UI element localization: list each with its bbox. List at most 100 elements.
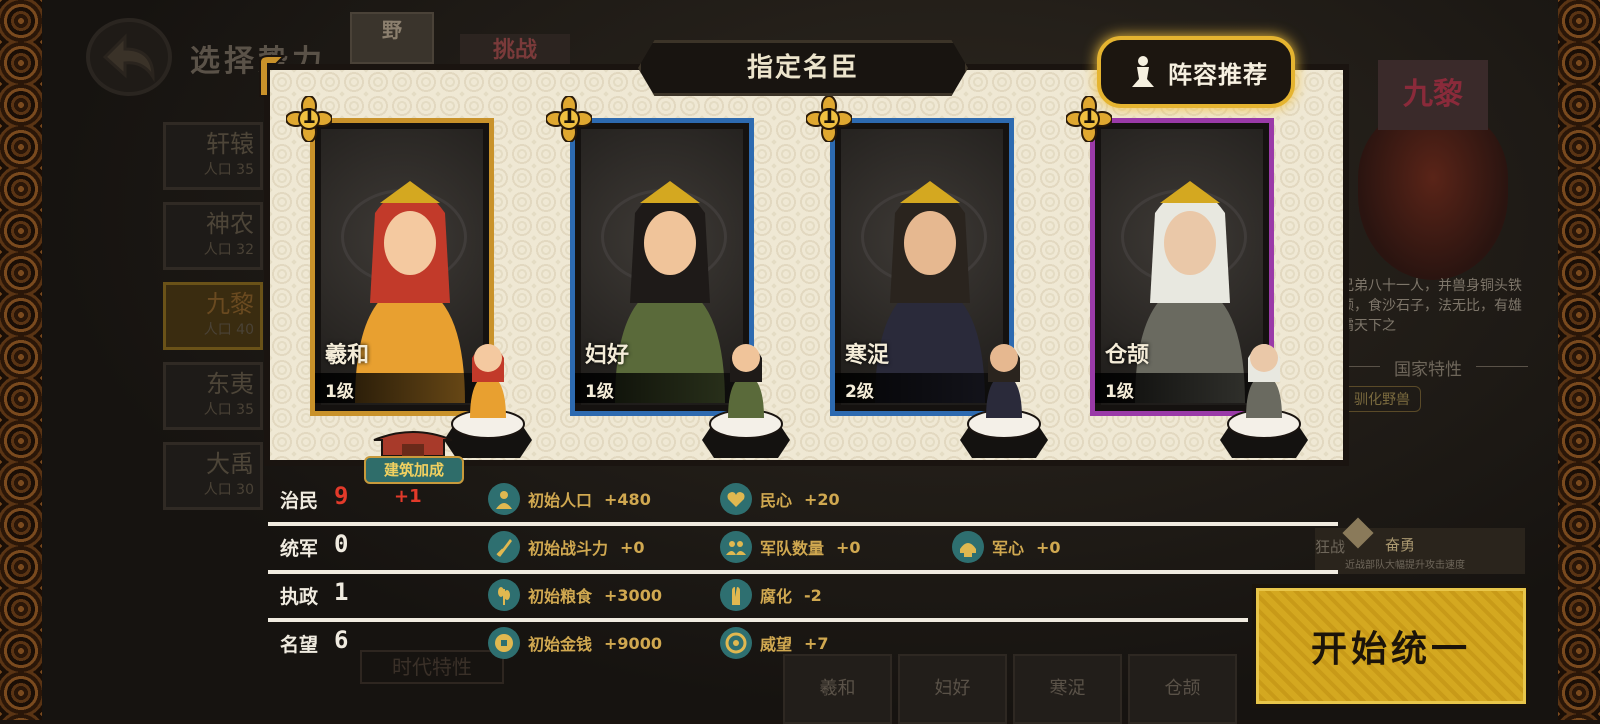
faction-item[interactable]: 轩辕人口 35 <box>163 122 263 190</box>
start-unification-label: 开始统一 <box>1310 629 1471 670</box>
effect-value: +480 <box>604 489 651 509</box>
faction-item-selected[interactable]: 九黎人口 40 <box>163 282 263 350</box>
minister-chibi-figure <box>456 328 520 418</box>
effect-value: -2 <box>804 585 822 605</box>
minister-level: 1级 <box>585 382 614 402</box>
lineup-recommend-button[interactable]: 阵容推荐 <box>1097 36 1295 108</box>
modal-title: 指定名臣 <box>638 40 968 96</box>
corner-ornament-icon <box>259 55 286 97</box>
effect-name: 初始金钱 <box>528 635 593 654</box>
chibi-icon <box>986 344 1022 418</box>
stat-effect: 初始金钱 +9000 <box>488 626 662 660</box>
combat-power-icon <box>488 531 520 563</box>
faction-leader-portrait <box>1358 110 1508 280</box>
minister-level: 1级 <box>1105 382 1134 402</box>
faction-name: 大禹 <box>206 450 254 478</box>
minister-chibi-figure <box>1232 328 1296 418</box>
stat-label: 治民 <box>280 490 319 512</box>
stat-value: 9 <box>334 482 349 510</box>
faction-population: 人口 30 <box>203 482 254 498</box>
effect-name: 初始粮食 <box>528 587 593 606</box>
minister-name: 羲和 <box>325 343 370 368</box>
building-icon <box>373 431 453 456</box>
star-rank-badge: 1 <box>805 95 853 143</box>
troops-icon <box>720 531 752 563</box>
effect-value: +3000 <box>604 585 662 605</box>
lineup-recommend-label: 阵容推荐 <box>1168 60 1268 89</box>
stat-effect: 军队数量 +0 <box>720 530 861 564</box>
stat-effect: 初始粮食 +3000 <box>488 578 662 612</box>
chibi-icon <box>728 344 764 418</box>
faction-description: 兄弟八十一人，并兽身铜头铁额，食沙石子，法无比，有雄霸天下之 <box>1340 278 1522 334</box>
wild-badge: 野 <box>350 12 434 64</box>
right-ornamental-border <box>1558 0 1600 720</box>
stat-effect: 初始人口 +480 <box>488 482 651 516</box>
coin-icon <box>488 627 520 659</box>
faction-item[interactable]: 东夷 人口 35 <box>163 362 263 430</box>
effect-value: +9000 <box>604 633 662 653</box>
faction-list: 轩辕 人口 35 神农 人口 32 九黎 人口 40 东夷 人口 35 大禹 人口 30 <box>163 122 263 522</box>
star-rank-badge: 1 <box>285 95 333 143</box>
effect-value: +20 <box>804 489 840 509</box>
minister-name: 仓颉 <box>1105 343 1150 368</box>
minister-name: 寒浞 <box>845 343 890 368</box>
chibi-icon <box>470 344 506 418</box>
star-rank-number: 1 <box>1082 104 1096 128</box>
minister-level: 2级 <box>845 382 874 402</box>
challenge-tab[interactable]: 挑战 <box>460 34 570 68</box>
trait-badge[interactable]: 驯化野兽 <box>1343 386 1421 412</box>
building-bonus-tag: 建筑加成 <box>364 426 464 484</box>
faction-name: 九黎 <box>206 290 254 318</box>
faction-population: 人口 40 <box>203 322 254 338</box>
prestige-icon <box>720 627 752 659</box>
faction-flag: 九黎 <box>1378 60 1488 130</box>
faction-name: 轩辕 <box>206 130 254 158</box>
faction-name: 东夷 <box>206 370 254 398</box>
stat-effect: 初始战斗力 +0 <box>488 530 645 564</box>
faction-population: 人口 32 <box>203 242 254 258</box>
skill-desc: 近战部队大幅提升攻击速度 <box>1345 560 1465 571</box>
effect-name: 民心 <box>760 491 793 510</box>
star-rank-number: 1 <box>562 104 576 128</box>
heart-icon <box>720 483 752 515</box>
star-rank-number: 1 <box>302 104 316 128</box>
effect-name: 军队数量 <box>760 539 825 558</box>
stat-label: 统军 <box>280 538 319 560</box>
faction-item[interactable]: 神农人口 32 <box>163 202 263 270</box>
stat-label: 名望 <box>280 634 319 656</box>
faction-name: 神农 <box>206 210 254 238</box>
population-icon <box>488 483 520 515</box>
start-unification-button[interactable]: 开始统一 <box>1252 584 1530 708</box>
effect-value: +7 <box>804 633 829 653</box>
skill-title: 奋勇 <box>1385 536 1416 554</box>
stat-bonus: +1 <box>394 486 422 507</box>
effect-name: 腐化 <box>760 587 793 606</box>
effect-name: 威望 <box>760 635 793 654</box>
stat-value: 6 <box>334 626 349 654</box>
effect-name: 初始战斗力 <box>528 539 609 558</box>
minister-chibi-figure <box>972 328 1036 418</box>
skill-info: 狂战 奋勇 近战部队大幅提升攻击速度 <box>1315 517 1525 574</box>
wild-badge-text: 野 <box>382 18 402 42</box>
stat-effect: 威望 +7 <box>720 626 829 660</box>
chibi-icon <box>1246 344 1282 418</box>
stat-effect: 军心 +0 <box>952 530 1061 564</box>
faction-population: 人口 35 <box>203 162 254 178</box>
chess-piece-icon <box>1132 56 1154 87</box>
effect-value: +0 <box>620 537 645 557</box>
stat-label: 执政 <box>280 586 319 608</box>
trait-title: 国家特性 <box>1328 355 1528 380</box>
minister-level: 1级 <box>325 382 354 402</box>
effect-name: 初始人口 <box>528 491 593 510</box>
star-rank-badge: 1 <box>545 95 593 143</box>
back-button[interactable] <box>86 18 172 96</box>
stat-effect: 腐化 -2 <box>720 578 822 612</box>
corruption-icon <box>720 579 752 611</box>
faction-item[interactable]: 大禹人口 30 <box>163 442 263 510</box>
back-arrow-icon <box>102 33 155 83</box>
grain-icon <box>488 579 520 611</box>
stat-value: 1 <box>334 578 349 606</box>
faction-detail-panel: 九黎 兄弟八十一人，并兽身铜头铁额，食沙石子，法无比，有雄霸天下之 国家特性 驯… <box>1328 40 1528 520</box>
stat-value: 0 <box>334 530 349 558</box>
star-rank-number: 1 <box>822 104 836 128</box>
